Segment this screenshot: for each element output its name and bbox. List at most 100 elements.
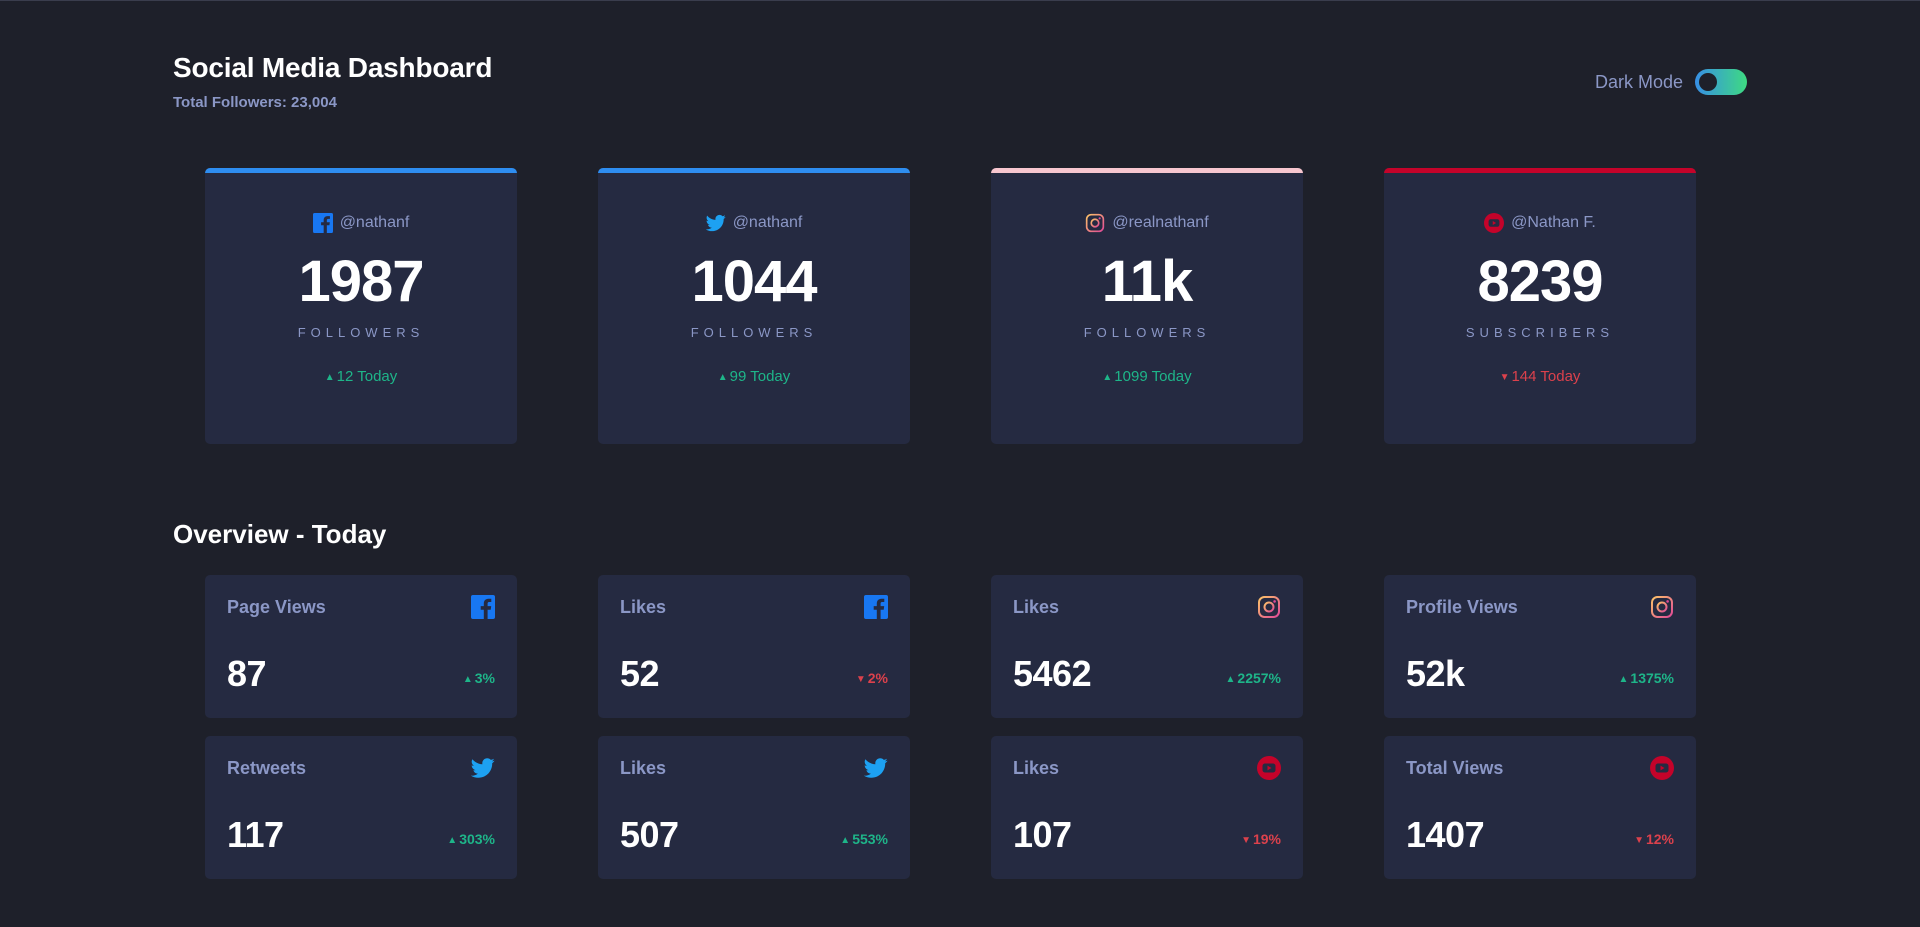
overview-label: Likes	[620, 597, 667, 617]
overview-value: 87	[227, 653, 267, 694]
overview-card-instagram[interactable]: Likes 5462 ▲ 2257%	[991, 575, 1303, 718]
overview-change: ▼ 19%	[1241, 831, 1281, 847]
trend-arrow-icon: ▲	[324, 372, 335, 383]
youtube-icon	[1650, 756, 1674, 780]
follower-count: 1044	[691, 249, 817, 314]
card-handle-row: @Nathan F.	[1384, 213, 1696, 233]
overview-change: ▼ 12%	[1634, 831, 1674, 847]
youtube-icon	[1484, 213, 1505, 233]
overview-title: Overview - Today	[173, 519, 387, 549]
trend-arrow-icon: ▲	[1102, 372, 1113, 383]
card-handle-row: @realnathanf	[991, 213, 1303, 233]
overview-label: Profile Views	[1406, 597, 1518, 617]
twitter-icon	[471, 756, 495, 780]
trend-arrow-icon: ▲	[1225, 674, 1236, 685]
follower-count: 11k	[1101, 249, 1194, 314]
youtube-icon	[1257, 756, 1281, 780]
trend-arrow-icon: ▲	[447, 835, 458, 846]
today-change: ▲ 1099 Today	[991, 368, 1303, 385]
trend-arrow-icon: ▲	[717, 372, 728, 383]
trend-arrow-icon: ▼	[1241, 835, 1251, 846]
overview-value: 52	[620, 653, 660, 694]
card-handle: @realnathanf	[1112, 214, 1209, 231]
card-handle: @Nathan F.	[1511, 214, 1596, 231]
overview-label: Likes	[620, 758, 667, 778]
overview-card-youtube[interactable]: Likes 107 ▼ 19%	[991, 736, 1303, 879]
overview-label: Likes	[1013, 758, 1060, 778]
card-accent-bar	[1384, 168, 1696, 173]
overview-change: ▲ 3%	[463, 670, 495, 686]
dark-mode-label: Dark Mode	[1594, 71, 1683, 92]
overview-change-text: 19%	[1252, 831, 1281, 847]
card-handle: @nathanf	[732, 214, 803, 231]
overview-card-twitter[interactable]: Likes 507 ▲ 553%	[598, 736, 910, 879]
overview-grid: Page Views 87 ▲ 3% Likes 52 ▼ 2% Likes 5462 ▲ 2257%…	[205, 575, 1696, 879]
overview-value: 507	[620, 814, 679, 855]
follower-card-youtube[interactable]: @Nathan F. 8239 SUBSCRIBERS ▼ 144 Today	[1384, 168, 1696, 444]
overview-change-text: 1375%	[1630, 670, 1674, 686]
card-accent-bar	[598, 168, 910, 173]
overview-change: ▼ 2%	[856, 670, 888, 686]
instagram-icon	[1085, 213, 1105, 233]
total-followers: Total Followers: 23,004	[173, 94, 337, 111]
overview-value: 1407	[1406, 814, 1485, 855]
overview-change: ▲ 2257%	[1226, 670, 1282, 686]
twitter-icon	[705, 213, 726, 233]
follower-cards: @nathanf 1987 FOLLOWERS ▲ 12 Today @natha…	[205, 168, 1696, 444]
today-change-text: 99 Today	[729, 368, 791, 385]
overview-card-facebook[interactable]: Likes 52 ▼ 2%	[598, 575, 910, 718]
overview-label: Page Views	[227, 597, 326, 617]
card-accent-bar	[205, 168, 517, 173]
facebook-icon	[864, 595, 888, 619]
twitter-icon	[864, 756, 888, 780]
follower-card-facebook[interactable]: @nathanf 1987 FOLLOWERS ▲ 12 Today	[205, 168, 517, 444]
overview-card-twitter[interactable]: Retweets 117 ▲ 303%	[205, 736, 517, 879]
overview-card-youtube[interactable]: Total Views 1407 ▼ 12%	[1384, 736, 1696, 879]
overview-change: ▲ 1375%	[1619, 670, 1675, 686]
instagram-icon	[1650, 595, 1674, 619]
card-handle-row: @nathanf	[598, 213, 910, 233]
dashboard-page: Social Media Dashboard Total Followers: …	[0, 1, 1920, 927]
today-change-text: 144 Today	[1511, 368, 1581, 385]
overview-label: Likes	[1013, 597, 1060, 617]
facebook-icon	[312, 213, 333, 233]
follower-card-twitter[interactable]: @nathanf 1044 FOLLOWERS ▲ 99 Today	[598, 168, 910, 444]
card-accent-bar	[991, 168, 1303, 173]
overview-change-text: 2%	[867, 670, 888, 686]
overview-value: 5462	[1013, 653, 1092, 694]
today-change: ▲ 12 Today	[205, 368, 517, 385]
today-change: ▼ 144 Today	[1384, 368, 1696, 385]
trend-arrow-icon: ▲	[840, 835, 851, 846]
overview-card-instagram[interactable]: Profile Views 52k ▲ 1375%	[1384, 575, 1696, 718]
card-handle-row: @nathanf	[205, 213, 517, 233]
today-change-text: 12 Today	[336, 368, 398, 385]
facebook-icon	[471, 595, 495, 619]
overview-value: 107	[1013, 814, 1072, 855]
today-change: ▲ 99 Today	[598, 368, 910, 385]
overview-change-text: 553%	[852, 831, 888, 847]
follower-count: 8239	[1477, 249, 1603, 314]
follower-metric: SUBSCRIBERS	[1465, 325, 1615, 340]
dark-mode-control: Dark Mode	[1595, 69, 1747, 95]
dark-mode-toggle[interactable]	[1695, 69, 1747, 95]
overview-card-facebook[interactable]: Page Views 87 ▲ 3%	[205, 575, 517, 718]
trend-arrow-icon: ▼	[1634, 835, 1644, 846]
overview-change: ▲ 303%	[447, 831, 495, 847]
header: Social Media Dashboard Total Followers: …	[173, 52, 492, 111]
follower-card-instagram[interactable]: @realnathanf 11k FOLLOWERS ▲ 1099 Today	[991, 168, 1303, 444]
overview-change-text: 303%	[459, 831, 495, 847]
instagram-icon	[1257, 595, 1281, 619]
overview-label: Total Views	[1406, 758, 1504, 778]
overview-label: Retweets	[227, 758, 307, 778]
follower-count: 1987	[298, 249, 424, 314]
overview-change-text: 2257%	[1237, 670, 1281, 686]
trend-arrow-icon: ▲	[462, 674, 473, 685]
page-title: Social Media Dashboard	[173, 52, 493, 83]
follower-metric: FOLLOWERS	[297, 325, 425, 340]
follower-metric: FOLLOWERS	[1083, 325, 1211, 340]
overview-change-text: 3%	[474, 670, 495, 686]
follower-metric: FOLLOWERS	[690, 325, 818, 340]
toggle-knob	[1699, 73, 1717, 91]
trend-arrow-icon: ▼	[855, 674, 866, 685]
card-handle: @nathanf	[339, 214, 410, 231]
